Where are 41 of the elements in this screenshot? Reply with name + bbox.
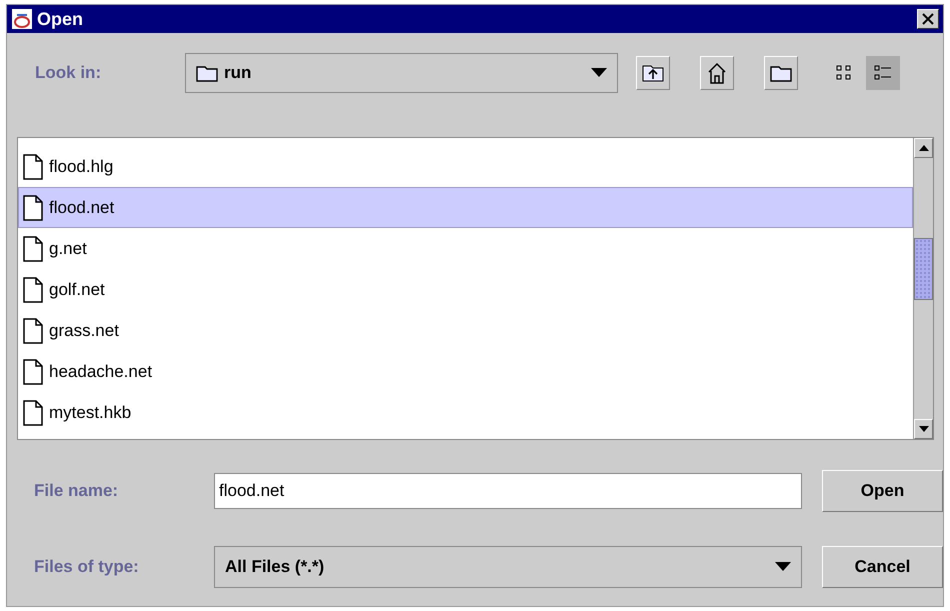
file-item[interactable]: flood.hlg xyxy=(18,146,913,187)
file-type-dropdown[interactable]: All Files (*.*) xyxy=(214,546,802,588)
view-mode-button[interactable] xyxy=(866,56,900,90)
file-icon xyxy=(23,154,43,180)
file-icon xyxy=(23,236,43,262)
file-icon xyxy=(23,276,43,302)
folder-up-icon xyxy=(642,63,664,83)
file-name-field[interactable]: flood.net xyxy=(214,473,802,509)
close-button[interactable] xyxy=(917,9,939,29)
details-view-icon xyxy=(874,64,892,82)
file-item[interactable]: flood.net xyxy=(18,187,913,228)
scrollbar[interactable] xyxy=(913,138,933,439)
file-item[interactable]: grass.net xyxy=(18,310,913,351)
app-icon xyxy=(11,8,33,30)
home-icon xyxy=(707,62,727,84)
down-arrow-icon[interactable] xyxy=(918,426,928,432)
home-button[interactable] xyxy=(700,56,734,90)
open-button[interactable]: Open xyxy=(822,470,943,512)
up-arrow-icon[interactable] xyxy=(918,145,928,151)
caret-icon xyxy=(591,68,607,78)
file-item[interactable]: golf.net xyxy=(18,269,913,310)
cancel-button[interactable]: Cancel xyxy=(822,546,943,588)
folder-icon xyxy=(196,64,218,82)
file-item[interactable]: g.net xyxy=(18,228,913,269)
file-icon xyxy=(23,194,43,220)
scroll-thumb[interactable] xyxy=(914,238,933,300)
file-icon xyxy=(23,400,43,426)
new-folder-button[interactable] xyxy=(764,56,798,90)
look-in-dropdown[interactable]: run xyxy=(185,53,618,93)
file-name-label: File name: xyxy=(34,481,120,501)
up-folder-button[interactable] xyxy=(636,56,670,90)
close-icon xyxy=(922,13,934,25)
file-icon xyxy=(23,318,43,344)
caret-icon xyxy=(775,562,791,572)
window-title: Open xyxy=(37,8,84,30)
file-icon xyxy=(23,358,43,384)
file-item[interactable]: headache.net xyxy=(18,351,913,392)
file-type-label: Files of type: xyxy=(34,557,140,577)
folder-icon xyxy=(770,64,792,82)
file-item[interactable]: mytest.hkb xyxy=(18,392,913,433)
look-in-label: Look in: xyxy=(35,63,102,83)
